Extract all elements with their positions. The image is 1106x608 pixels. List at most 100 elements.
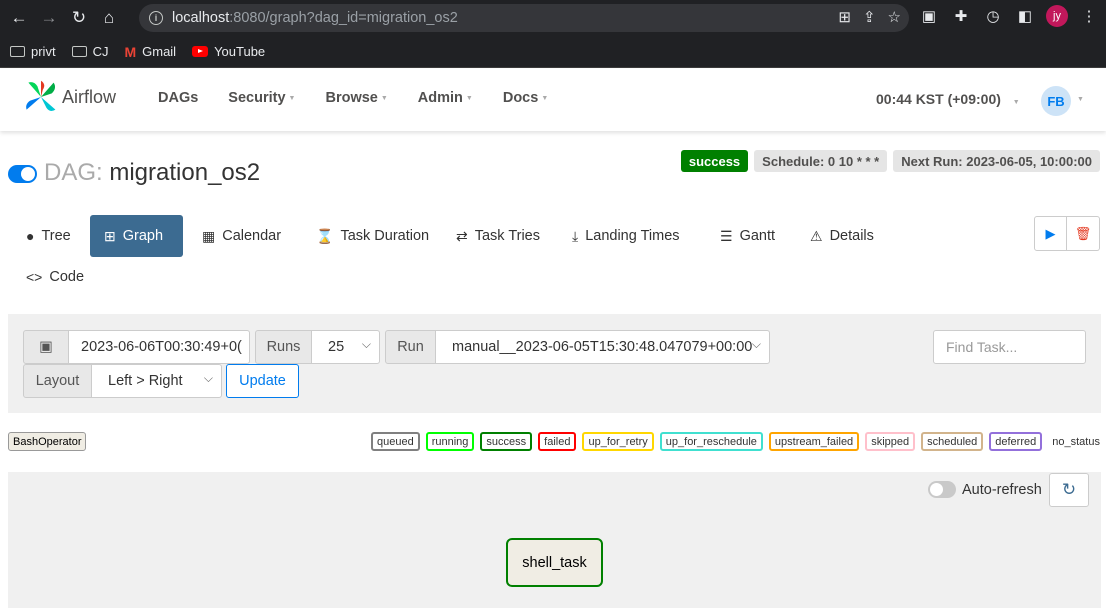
bookmark-cj[interactable]: CJ [71,44,108,59]
brand-name[interactable]: Airflow [62,87,116,108]
bookmark-youtube[interactable]: YouTube [192,44,265,59]
delete-dag-button[interactable]: 🗑 [1067,216,1100,251]
graph-canvas[interactable]: Auto-refresh ↻ shell_task [8,472,1101,608]
base-date-input[interactable]: 2023-06-06T00:30:49+0( [68,330,250,364]
home-icon[interactable]: ⌂ [94,3,124,33]
graph-controls: ▣ 2023-06-06T00:30:49+0( Runs 25 Run man… [8,314,1101,413]
caret-down-icon: ▼ [288,94,296,102]
caret-down-icon[interactable]: ▼ [1077,96,1084,103]
puzzle-icon[interactable]: ✚ [950,5,972,27]
legend-state-skipped[interactable]: skipped [865,432,916,451]
bookmark-gmail[interactable]: M Gmail [124,44,176,60]
gmail-icon: M [124,43,137,60]
dag-pause-toggle[interactable] [8,165,37,183]
calendar-icon: ▦ [202,227,216,244]
run-select[interactable]: manual__2023-06-05T15:30:48.047079+00:00 [435,330,770,364]
address-bar[interactable]: i localhost:8080/graph?dag_id=migration_… [139,4,909,32]
tab-calendar[interactable]: ▦ Calendar [188,215,295,257]
refresh-icon: ↻ [1061,480,1077,499]
runs-label: Runs [255,330,312,364]
runs-select[interactable]: 25 [311,330,380,364]
legend-state-failed[interactable]: failed [538,432,577,451]
tab-gantt[interactable]: ☰ Gantt [706,215,789,257]
caret-down-icon: ▼ [541,94,549,102]
share-icon[interactable]: ⇪ [863,8,876,26]
tree-icon: ● [26,228,35,244]
gantt-icon: ☰ [720,227,733,244]
tab-task-duration[interactable]: ⌛ Task Duration [302,215,443,257]
nav-docs[interactable]: Docs ▼ [503,90,548,106]
profile-avatar[interactable]: jy [1046,5,1068,27]
legend-state-upstream-failed[interactable]: upstream_failed [768,432,860,451]
calendar-icon[interactable]: ▣ [23,330,69,364]
trigger-dag-button[interactable]: ▶ [1034,216,1067,251]
update-button[interactable]: Update [226,364,299,398]
tab-details[interactable]: ⚠ Details [796,215,888,257]
forward-icon[interactable]: → [34,3,64,33]
operator-legend-chip[interactable]: BashOperator [8,432,87,451]
bookmark-privt[interactable]: privt [10,44,56,59]
translate-icon[interactable]: ⊞ [838,8,851,26]
auto-refresh-toggle[interactable]: Auto-refresh [928,481,1042,498]
menu-kebab-icon[interactable]: ⋮ [1078,5,1100,27]
folder-icon [71,46,87,57]
bookmark-star-icon[interactable]: ☆ [888,8,901,26]
auto-refresh-switch[interactable] [928,481,956,498]
layout-select[interactable]: Left > Right [91,364,222,398]
nav-dags[interactable]: DAGs [158,90,198,106]
site-info-icon[interactable]: i [149,11,163,25]
task-node-shell-task[interactable]: shell_task [506,538,603,587]
state-legend: queued running success failed up_for_retry up… [371,432,1104,451]
code-icon: <> [26,269,43,285]
tab-tree[interactable]: ● Tree [12,215,85,257]
schedule-badge: Schedule: 0 10 * * * [754,150,888,172]
tab-code[interactable]: <> Code [12,256,98,298]
find-task-input[interactable]: Find Task... [933,330,1086,364]
legend-state-up-for-reschedule[interactable]: up_for_reschedule [659,432,763,451]
legend-state-running[interactable]: running [425,432,475,451]
plane-landing-icon: ⤓ [572,227,579,244]
refresh-button[interactable]: ↻ [1049,473,1089,507]
hourglass-icon: ⌛ [316,227,334,244]
back-icon[interactable]: ← [4,3,34,33]
history-icon[interactable]: ◷ [982,5,1004,27]
legend-state-deferred[interactable]: deferred [989,432,1043,451]
youtube-icon [192,46,209,57]
trash-icon: 🗑 [1074,225,1092,241]
layout-label: Layout [23,364,92,398]
user-avatar[interactable]: FB [1041,86,1071,116]
play-icon: ▶ [1045,225,1056,241]
legend-state-success[interactable]: success [480,432,533,451]
warning-triangle-icon: ⚠ [810,227,823,244]
nav-browse[interactable]: Browse ▼ [325,90,387,106]
tab-task-tries[interactable]: ⇄ Task Tries [442,215,554,257]
url-text: localhost:8080/graph?dag_id=migration_os… [172,10,458,26]
legend-state-queued[interactable]: queued [371,432,420,451]
run-label: Run [385,330,436,364]
folder-icon [10,46,25,57]
nav-admin[interactable]: Admin ▼ [418,90,473,106]
airflow-navbar: Airflow DAGs Security ▼ Browse ▼ Admin ▼ Do… [0,69,1106,131]
auto-refresh-label: Auto-refresh [962,481,1042,498]
next-run-badge: Next Run: 2023-06-05, 10:00:00 [893,150,1100,172]
caret-down-icon: ▼ [465,94,473,102]
tab-graph[interactable]: ⊞ Graph [90,215,183,257]
browser-toolbar: ← → ↻ ⌂ i localhost:8080/graph?dag_id=mi… [0,0,1106,36]
legend-state-up-for-retry[interactable]: up_for_retry [582,432,654,451]
bookmarks-bar: privt CJ M Gmail YouTube [0,36,1106,68]
graph-icon: ⊞ [104,227,116,244]
dag-title: DAG: migration_os2 [44,159,261,186]
nav-security[interactable]: Security ▼ [228,90,295,106]
status-badge: success [680,150,749,172]
legend-state-no-status[interactable]: no_status [1048,432,1104,451]
retry-icon: ⇄ [456,227,468,244]
side-panel-icon[interactable]: ◧ [1014,5,1036,27]
reload-icon[interactable]: ↻ [64,3,94,33]
caret-down-icon: ▼ [380,94,388,102]
caret-down-icon: ▼ [1012,99,1020,106]
timezone-clock[interactable]: 00:44 KST (+09:00) ▼ [876,91,1020,107]
airflow-logo-icon[interactable] [22,79,60,115]
tab-landing-times[interactable]: ⤓ Landing Times [558,215,694,257]
extension-icon[interactable]: ▣ [918,5,940,27]
legend-state-scheduled[interactable]: scheduled [921,432,984,451]
